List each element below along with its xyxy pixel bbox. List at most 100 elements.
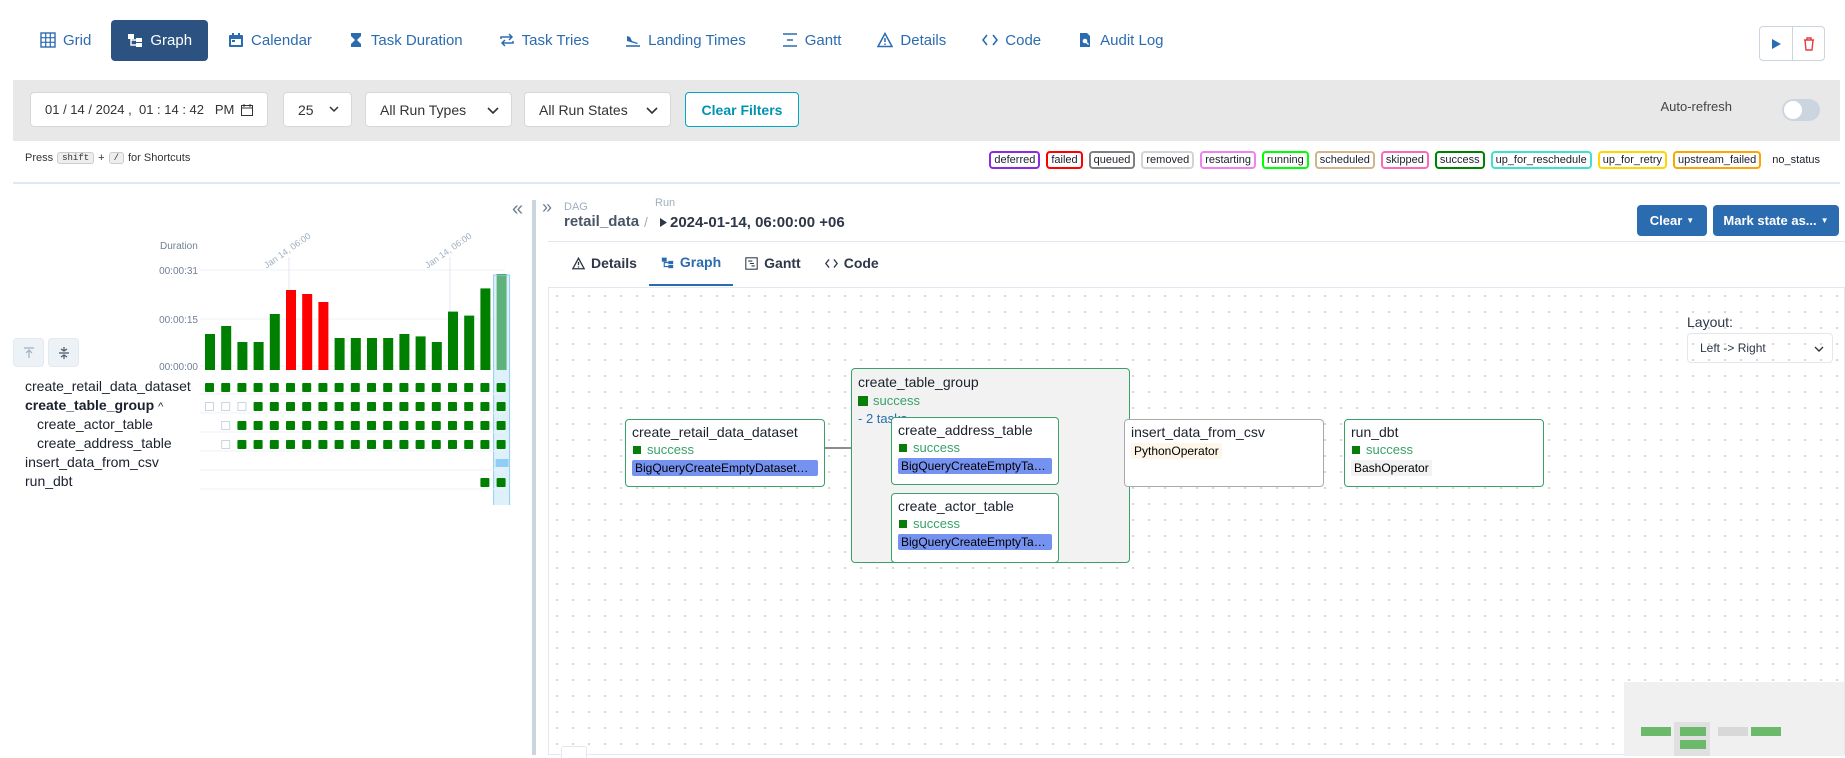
legend-restarting[interactable]: restarting xyxy=(1200,151,1257,169)
node-state: success xyxy=(647,442,694,457)
tab-calendar-label: Calendar xyxy=(251,31,312,49)
legend-no-status[interactable]: no_status xyxy=(1767,151,1825,169)
legend-up-for-retry[interactable]: up_for_retry xyxy=(1597,151,1668,169)
subtab-graph[interactable]: Graph xyxy=(648,240,734,286)
subtab-gantt-label: Gantt xyxy=(764,255,801,271)
node-state: success xyxy=(1366,442,1413,457)
status-square xyxy=(898,442,908,453)
tab-task-duration[interactable]: Task Duration xyxy=(332,20,479,61)
legend-removed[interactable]: removed xyxy=(1141,151,1195,169)
run-id-link[interactable]: 2024-01-14, 06:00:00 +06 xyxy=(660,214,845,231)
mark-state-button[interactable]: Mark state as... ▼ xyxy=(1713,205,1839,236)
expand-all-button[interactable] xyxy=(13,338,44,367)
run-actions xyxy=(1759,26,1825,61)
tab-calendar[interactable]: Calendar xyxy=(212,20,328,61)
task-instance xyxy=(480,421,490,430)
y-tick-label: 00:00:31 xyxy=(159,266,198,277)
node-status: success xyxy=(1351,442,1537,457)
legend-deferred[interactable]: deferred xyxy=(989,151,1041,169)
task-row-insert-data-from-csv[interactable]: insert_data_from_csv xyxy=(25,454,159,470)
task-instance xyxy=(464,440,474,449)
run-types-select[interactable]: All Run Types xyxy=(365,92,512,127)
tab-details[interactable]: Details xyxy=(861,20,962,61)
chevron-down-icon xyxy=(1814,346,1824,352)
layout-select[interactable]: Left -> Right xyxy=(1687,333,1833,363)
graph-icon xyxy=(661,257,674,268)
legend-queued[interactable]: queued xyxy=(1088,151,1136,169)
tab-task-tries[interactable]: Task Tries xyxy=(483,20,606,61)
collapse-all-button[interactable] xyxy=(48,338,79,367)
run-types-value: All Run Types xyxy=(380,101,467,118)
node-status: success xyxy=(632,442,818,457)
tab-grid[interactable]: Grid xyxy=(24,20,107,61)
task-node-create-address-table[interactable]: create_address_table success BigQueryCre… xyxy=(891,417,1059,485)
duration-axis-label: Duration xyxy=(160,241,198,252)
pane-resize-handle[interactable] xyxy=(532,200,536,755)
task-instance-empty xyxy=(205,402,214,411)
task-instance xyxy=(253,402,263,411)
chevron-down-icon xyxy=(487,107,499,115)
tab-gantt[interactable]: Gantt xyxy=(766,20,858,61)
task-instance xyxy=(318,440,328,449)
legend-skipped[interactable]: skipped xyxy=(1380,151,1429,169)
base-date-input[interactable]: 01 / 14 / 2024 , 01 : 14 : 42 PM xyxy=(30,92,268,127)
minimap-node xyxy=(1641,727,1671,736)
task-instance xyxy=(383,421,393,430)
expand-grid-button[interactable]: » xyxy=(542,197,552,218)
task-node-create-retail-data-dataset[interactable]: create_retail_data_dataset success BigQu… xyxy=(625,419,825,487)
task-row-create-retail-data-dataset[interactable]: create_retail_data_dataset xyxy=(25,378,191,394)
task-node-create-actor-table[interactable]: create_actor_table success BigQueryCreat… xyxy=(891,493,1059,563)
zoom-controls[interactable] xyxy=(561,746,587,758)
graph-icon xyxy=(128,34,143,47)
clear-filters-button[interactable]: Clear Filters xyxy=(685,92,799,127)
legend-failed[interactable]: failed xyxy=(1046,151,1083,169)
graph-minimap[interactable] xyxy=(1624,682,1844,756)
node-status: success xyxy=(898,516,1052,531)
task-instance xyxy=(286,421,295,430)
dag-name-link[interactable]: retail_data xyxy=(564,213,639,230)
legend-upstream-failed[interactable]: upstream_failed xyxy=(1673,151,1762,169)
legend-scheduled[interactable]: scheduled xyxy=(1314,151,1375,169)
run-states-select[interactable]: All Run States xyxy=(524,92,671,127)
num-runs-select[interactable]: 25 xyxy=(283,92,352,127)
subtab-code[interactable]: Code xyxy=(813,240,891,286)
subtab-details[interactable]: Details xyxy=(560,240,649,286)
duration-bar xyxy=(205,334,215,370)
task-instance xyxy=(496,440,506,449)
shortcuts-suffix: for Shortcuts xyxy=(127,152,191,164)
task-instance xyxy=(205,383,214,392)
calendar-icon xyxy=(241,104,253,116)
task-row-create-address-table[interactable]: create_address_table xyxy=(37,435,172,451)
task-instance xyxy=(480,383,490,392)
task-instance xyxy=(269,440,279,449)
tab-code[interactable]: Code xyxy=(966,20,1057,61)
duration-bar xyxy=(318,302,329,370)
task-row-create-actor-table[interactable]: create_actor_table xyxy=(37,416,153,432)
tab-landing-times[interactable]: Landing Times xyxy=(609,20,762,61)
node-state: success xyxy=(913,440,960,455)
collapse-grid-button[interactable]: « xyxy=(512,198,523,221)
task-row-run-dbt[interactable]: run_dbt xyxy=(25,473,72,489)
subtab-gantt[interactable]: Gantt xyxy=(733,240,813,286)
shortcuts-plus: + xyxy=(98,152,105,164)
auto-refresh-toggle[interactable] xyxy=(1782,99,1820,121)
legend-up-for-reschedule[interactable]: up_for_reschedule xyxy=(1490,151,1592,169)
task-instance xyxy=(415,421,425,430)
trigger-dag-button[interactable] xyxy=(1760,27,1792,60)
warning-triangle-icon xyxy=(877,32,894,48)
task-node-run-dbt[interactable]: run_dbt success BashOperator xyxy=(1344,419,1544,487)
duration-bar xyxy=(415,336,426,370)
clear-button[interactable]: Clear ▼ xyxy=(1637,205,1707,236)
graph-canvas[interactable]: Layout: Left -> Right create_table_group… xyxy=(548,287,1845,758)
task-instance xyxy=(448,402,457,411)
delete-dag-button[interactable] xyxy=(1792,27,1824,60)
tab-audit-log[interactable]: Audit Log xyxy=(1061,20,1179,61)
task-instance xyxy=(269,402,279,411)
operator-badge: PythonOperator xyxy=(1131,443,1222,459)
tab-graph[interactable]: Graph xyxy=(111,19,209,61)
legend-running[interactable]: running xyxy=(1262,151,1309,169)
task-node-insert-data-from-csv[interactable]: insert_data_from_csv PythonOperator xyxy=(1124,419,1324,487)
task-row-create-table-group[interactable]: create_table_group ^ xyxy=(25,397,163,413)
legend-success[interactable]: success xyxy=(1434,151,1485,169)
subtab-details-label: Details xyxy=(591,255,637,271)
